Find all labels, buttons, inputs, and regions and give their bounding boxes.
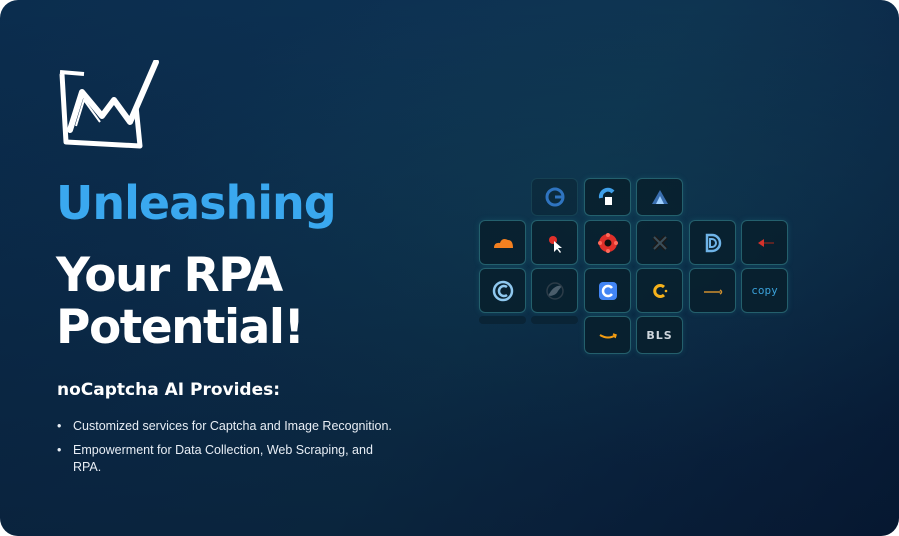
red-arrows-tile [741,220,788,265]
coinbase-c-tile [636,268,683,313]
x-puzzle-tile [636,220,683,265]
cursor-click-icon [548,235,562,253]
amazon-tile [584,316,631,354]
datadome-icon [705,233,721,252]
red-arrows-icon [757,238,774,247]
headline-unleashing: Unleashing [56,176,337,230]
hero-banner: Unleashing Your RPA Potential! noCaptcha… [0,0,899,536]
nocaptcha-logo-icon [59,60,159,149]
feature-list: Customized services for Captcha and Imag… [57,418,397,483]
coinbase-c-icon [652,283,667,298]
copy-tile: copy [741,268,788,313]
amazon-bar-tile [689,268,736,313]
datadome-tile [689,220,736,265]
copy-icon: copy [751,284,778,297]
aws-waf-icon [651,190,668,204]
cloudflare-icon [493,238,513,248]
red-flower-icon [597,232,618,253]
x-puzzle-icon [651,234,668,251]
shield-c-icon [492,280,513,301]
funcaptcha-tile [584,178,631,216]
cursor-click-tile [531,220,578,265]
recaptcha-icon [598,281,617,300]
bls-tile: BLS [636,316,683,354]
cloudflare-tile [479,220,526,265]
bird-tile [531,268,578,313]
recaptcha-tile [584,268,631,313]
bls-icon: BLS [646,328,673,342]
shield-c-tile [479,268,526,313]
captcha-g-icon [545,187,564,207]
provides-subheading: noCaptcha AI Provides: [57,380,281,400]
aws-waf-tile [636,178,683,216]
feature-item: Customized services for Captcha and Imag… [57,418,397,435]
captcha-g-tile [531,178,578,216]
headline-rpa-potential: Your RPA Potential! [56,248,305,355]
bird-icon [545,281,564,300]
amazon-icon [598,333,617,339]
red-flower-tile [584,220,631,265]
feature-item: Empowerment for Data Collection, Web Scr… [57,442,397,476]
amazon-bar-icon [703,288,722,295]
funcaptcha-icon [598,187,614,205]
ghost-tile [531,316,578,324]
ghost-tile [479,316,526,324]
